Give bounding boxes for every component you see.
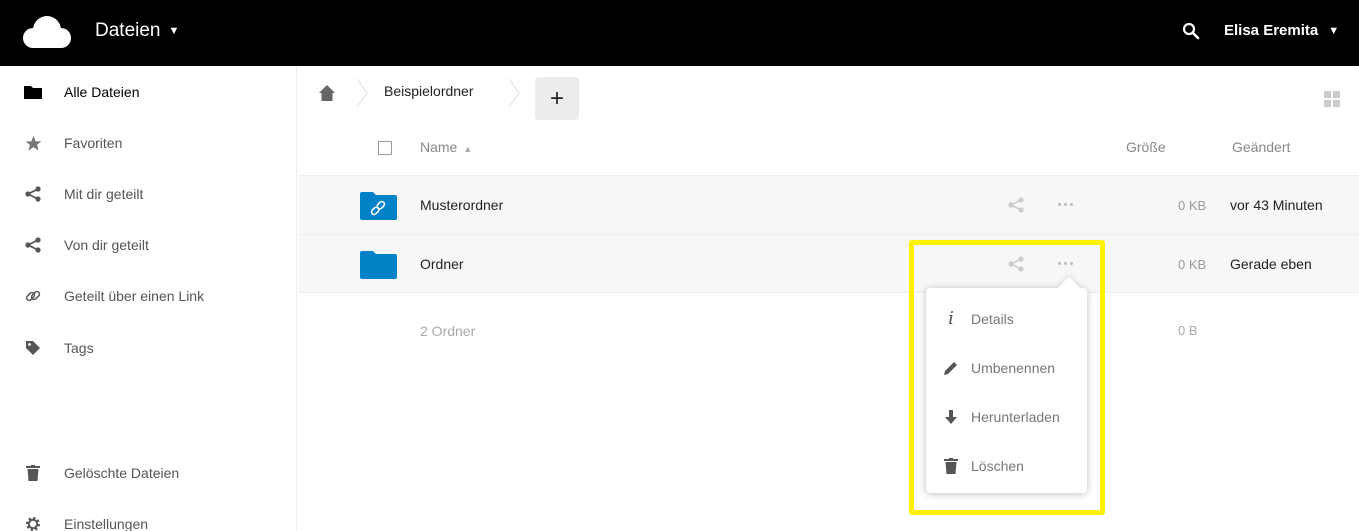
tag-icon xyxy=(24,339,42,357)
sidebar-item-von-dir-geteilt[interactable]: Von dir geteilt xyxy=(0,223,296,267)
shared-folder-link-icon xyxy=(360,192,397,220)
sidebar-item-einstellungen[interactable]: Einstellungen xyxy=(0,502,296,531)
sidebar-item-label: Einstellungen xyxy=(64,516,149,531)
link-icon xyxy=(24,287,42,305)
grid-view-icon[interactable] xyxy=(1323,90,1341,108)
top-header: Dateien ▼ Elisa Eremita ▼ xyxy=(0,0,1359,66)
sidebar-item-favoriten[interactable]: Favoriten xyxy=(0,121,296,165)
column-header-size[interactable]: Größe xyxy=(1126,139,1166,155)
sidebar-item-label: Mit dir geteilt xyxy=(64,186,144,202)
table-row[interactable]: Musterordner 0 KB vor 43 Minuten xyxy=(298,175,1359,234)
menu-item-umbenennen[interactable]: Umbenennen xyxy=(926,343,1087,392)
home-icon[interactable] xyxy=(318,84,336,102)
menu-item-label: Details xyxy=(971,310,1014,327)
menu-item-details[interactable]: i Details xyxy=(926,294,1087,343)
breadcrumb-separator xyxy=(356,78,368,108)
trash-icon xyxy=(24,464,42,482)
file-name[interactable]: Ordner xyxy=(420,256,464,272)
share-icon[interactable] xyxy=(1007,255,1025,273)
sidebar-item-mit-dir-geteilt[interactable]: Mit dir geteilt xyxy=(0,172,296,216)
share-icon xyxy=(24,236,42,254)
file-size: 0 KB xyxy=(1178,257,1206,272)
caret-down-icon: ▼ xyxy=(1328,24,1340,37)
sidebar-item-label: Von dir geteilt xyxy=(64,237,149,253)
breadcrumb-folder[interactable]: Beispielordner xyxy=(384,83,474,99)
new-file-button[interactable]: + xyxy=(535,77,579,120)
trash-icon xyxy=(942,457,960,475)
table-header: Name ▲ Größe Geändert xyxy=(298,126,1359,174)
pencil-icon xyxy=(942,359,960,377)
download-icon xyxy=(942,408,960,426)
column-header-modified[interactable]: Geändert xyxy=(1232,139,1290,155)
sidebar: Alle Dateien Favoriten Mit dir geteilt V… xyxy=(0,66,297,531)
cloud-icon[interactable] xyxy=(22,14,72,52)
user-name: Elisa Eremita xyxy=(1224,22,1319,39)
gear-icon xyxy=(24,515,42,531)
app-menu-button[interactable]: Dateien ▼ xyxy=(95,20,179,42)
menu-item-label: Löschen xyxy=(971,457,1024,474)
more-actions-icon[interactable] xyxy=(1058,257,1074,269)
star-icon xyxy=(24,134,42,152)
select-all-checkbox[interactable] xyxy=(378,141,392,155)
sidebar-item-geteilt-ueber-link[interactable]: Geteilt über einen Link xyxy=(0,274,296,318)
search-icon[interactable] xyxy=(1182,22,1200,40)
sidebar-item-label: Gelöschte Dateien xyxy=(64,465,180,481)
share-icon xyxy=(24,185,42,203)
summary-size: 0 B xyxy=(1178,323,1198,338)
file-name[interactable]: Musterordner xyxy=(420,197,503,213)
sidebar-item-geloeschte-dateien[interactable]: Gelöschte Dateien xyxy=(0,451,296,495)
breadcrumb: Beispielordner + xyxy=(298,72,1359,120)
sidebar-item-label: Favoriten xyxy=(64,135,123,151)
file-modified: Gerade eben xyxy=(1230,256,1312,272)
file-size: 0 KB xyxy=(1178,198,1206,213)
sidebar-item-alle-dateien[interactable]: Alle Dateien xyxy=(0,70,296,114)
file-list-area: Beispielordner + Name ▲ Größe Geändert Mu… xyxy=(298,66,1359,531)
file-modified: vor 43 Minuten xyxy=(1230,197,1323,213)
menu-item-label: Umbenennen xyxy=(971,359,1056,376)
breadcrumb-separator xyxy=(508,78,520,108)
file-size-value: 0 KB xyxy=(1178,198,1207,213)
folder-icon xyxy=(24,83,42,101)
column-header-name[interactable]: Name ▲ xyxy=(420,139,472,155)
table-row[interactable]: Ordner 0 KB Gerade eben xyxy=(298,234,1359,293)
caret-down-icon: ▼ xyxy=(168,25,180,37)
folder-icon xyxy=(360,251,397,279)
sort-ascending-icon: ▲ xyxy=(463,144,473,154)
menu-item-herunterladen[interactable]: Herunterladen xyxy=(926,392,1087,441)
summary-count: 2 Ordner xyxy=(420,323,476,339)
info-icon: i xyxy=(948,308,954,329)
menu-item-loeschen[interactable]: Löschen xyxy=(926,441,1087,490)
app-name: Dateien xyxy=(95,20,161,41)
column-header-name-label: Name xyxy=(420,139,458,155)
menu-item-label: Herunterladen xyxy=(971,408,1060,425)
share-icon[interactable] xyxy=(1007,196,1025,214)
sidebar-item-label: Alle Dateien xyxy=(64,84,140,100)
sidebar-item-label: Geteilt über einen Link xyxy=(64,288,205,304)
user-menu-button[interactable]: Elisa Eremita ▼ xyxy=(1224,22,1339,39)
more-actions-icon[interactable] xyxy=(1058,198,1074,210)
sidebar-item-tags[interactable]: Tags xyxy=(0,326,296,370)
sidebar-item-label: Tags xyxy=(64,340,94,356)
file-size-value: 0 KB xyxy=(1178,257,1207,272)
